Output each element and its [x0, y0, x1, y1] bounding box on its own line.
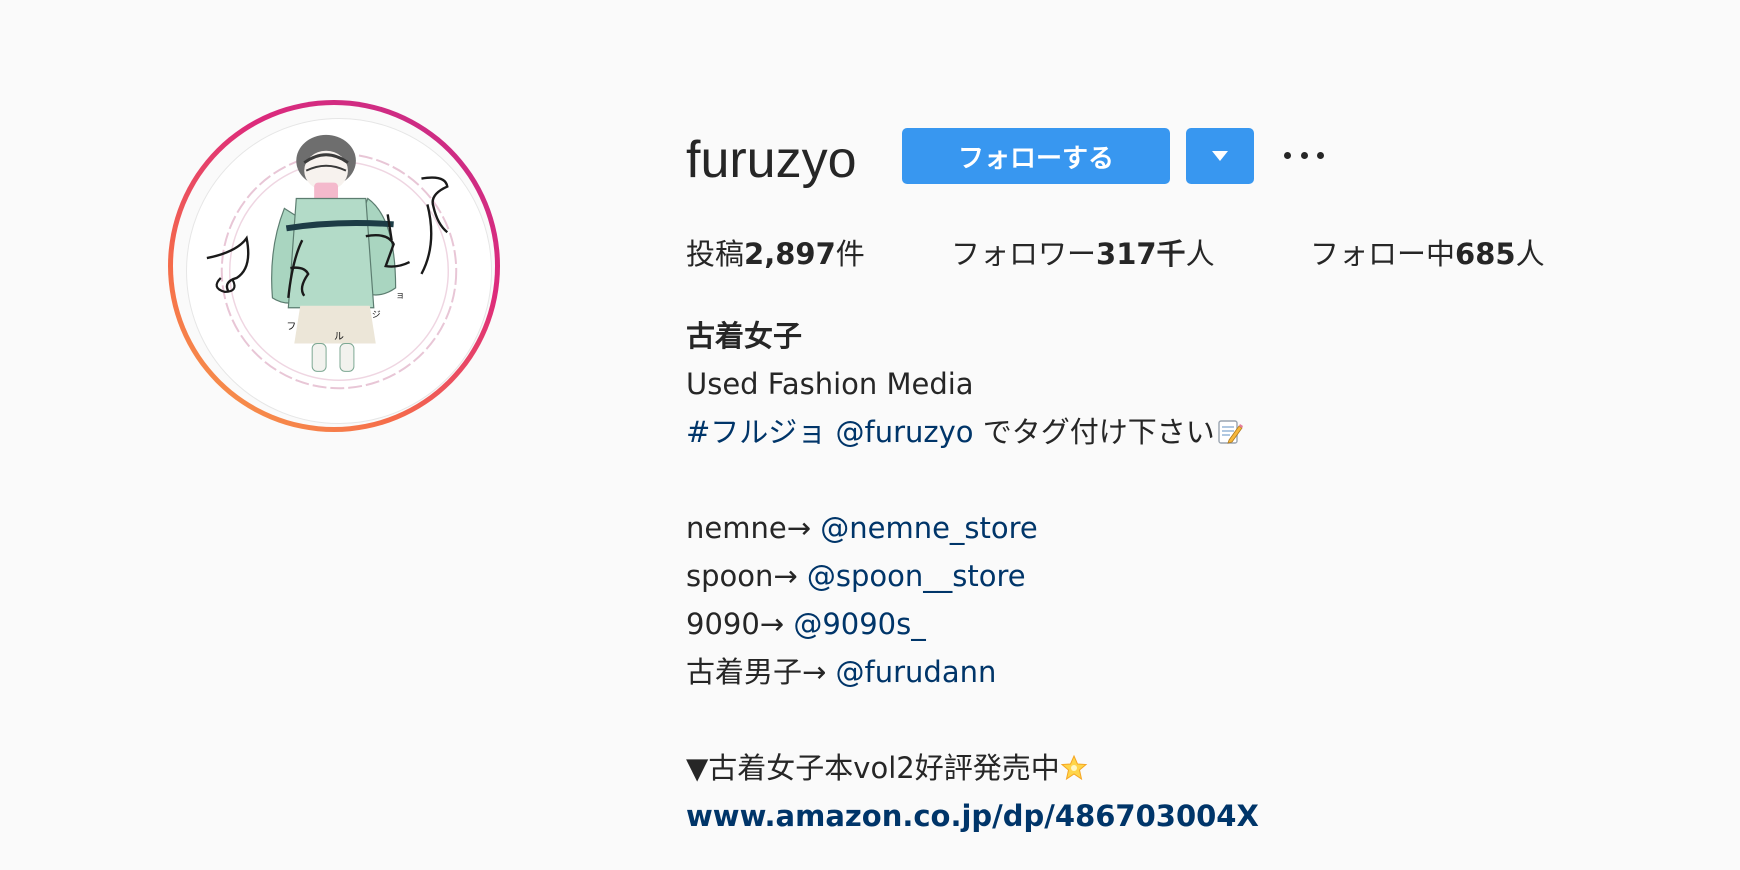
shop-handle-link[interactable]: @nemne_store [820, 511, 1038, 545]
followers-value: 317千 [1096, 237, 1186, 271]
shop-handle-link[interactable]: @spoon__store [807, 559, 1026, 593]
shop-prefix: nemne→ [686, 511, 821, 545]
svg-text:ジ: ジ [372, 311, 381, 321]
avatar-gap: フ ル ジ ョ [173, 105, 495, 427]
glowing-star-icon [1060, 754, 1087, 781]
tag-instruction: でタグ付け下さい [973, 415, 1215, 449]
display-name: 古着女子 [686, 319, 803, 353]
shop-line-1: spoon→ @spoon__store [686, 552, 1586, 600]
followers-unit: 人 [1185, 237, 1215, 271]
more-options-icon-dot [1300, 151, 1308, 159]
more-options-icon [1284, 151, 1291, 159]
book-announcement: ▼古着女子本vol2好評発売中 [686, 744, 1586, 792]
svg-text:フ: フ [286, 322, 296, 333]
mention-self-link[interactable]: @furuzyo [836, 415, 974, 449]
followers-label: フォロワー [951, 237, 1097, 271]
shop-line-0: nemne→ @nemne_store [686, 504, 1586, 552]
following-unit: 人 [1515, 237, 1545, 271]
suggested-accounts-button[interactable] [1186, 128, 1254, 184]
profile-page: フ ル ジ ョ furuzyo フォローする 投稿2,897件 フォロワー317… [0, 0, 1740, 870]
following-label: フォロー中 [1310, 237, 1456, 271]
more-options-icon-dot [1317, 151, 1324, 159]
bio-tagline: Used Fashion Media [686, 367, 974, 401]
book-text: ▼古着女子本vol2好評発売中 [686, 751, 1060, 785]
avatar[interactable]: フ ル ジ ョ [186, 118, 492, 424]
following-value: 685 [1455, 237, 1516, 271]
shop-prefix: 9090→ [686, 607, 794, 641]
svg-text:ル: ル [334, 332, 344, 343]
memo-icon [1218, 420, 1243, 444]
chevron-down-icon [1212, 151, 1228, 161]
username: furuzyo [686, 131, 857, 189]
hashtag-link[interactable]: #フルジョ [686, 415, 826, 449]
bio-spacer [686, 696, 1586, 744]
more-options-button[interactable] [1284, 140, 1324, 170]
posts-label: 投稿 [686, 237, 745, 271]
avatar-illustration: フ ル ジ ョ [206, 134, 458, 390]
posts-unit: 件 [835, 237, 865, 271]
website-link[interactable]: www.amazon.co.jp/dp/486703004X [686, 792, 1586, 840]
bio-spacer [686, 456, 1586, 504]
posts-count: 投稿2,897件 [686, 232, 865, 276]
shop-handle-link[interactable]: @furudann [836, 655, 997, 689]
profile-bio: 古着女子 Used Fashion Media #フルジョ @furuzyo で… [686, 312, 1586, 840]
shop-line-2: 9090→ @9090s_ [686, 600, 1586, 648]
shop-line-3: 古着男子→ @furudann [686, 648, 1586, 696]
shop-prefix: 古着男子→ [686, 655, 836, 689]
bio-tag-line: #フルジョ @furuzyo でタグ付け下さい [686, 408, 1586, 456]
follow-button[interactable]: フォローする [902, 128, 1170, 184]
shop-handle-link[interactable]: @9090s_ [793, 607, 925, 641]
story-ring[interactable]: フ ル ジ ョ [168, 100, 500, 432]
followers-count[interactable]: フォロワー317千人 [951, 232, 1215, 276]
shop-prefix: spoon→ [686, 559, 807, 593]
svg-text:ョ: ョ [396, 291, 405, 301]
following-count[interactable]: フォロー中685人 [1310, 232, 1545, 276]
posts-value: 2,897 [744, 237, 836, 271]
